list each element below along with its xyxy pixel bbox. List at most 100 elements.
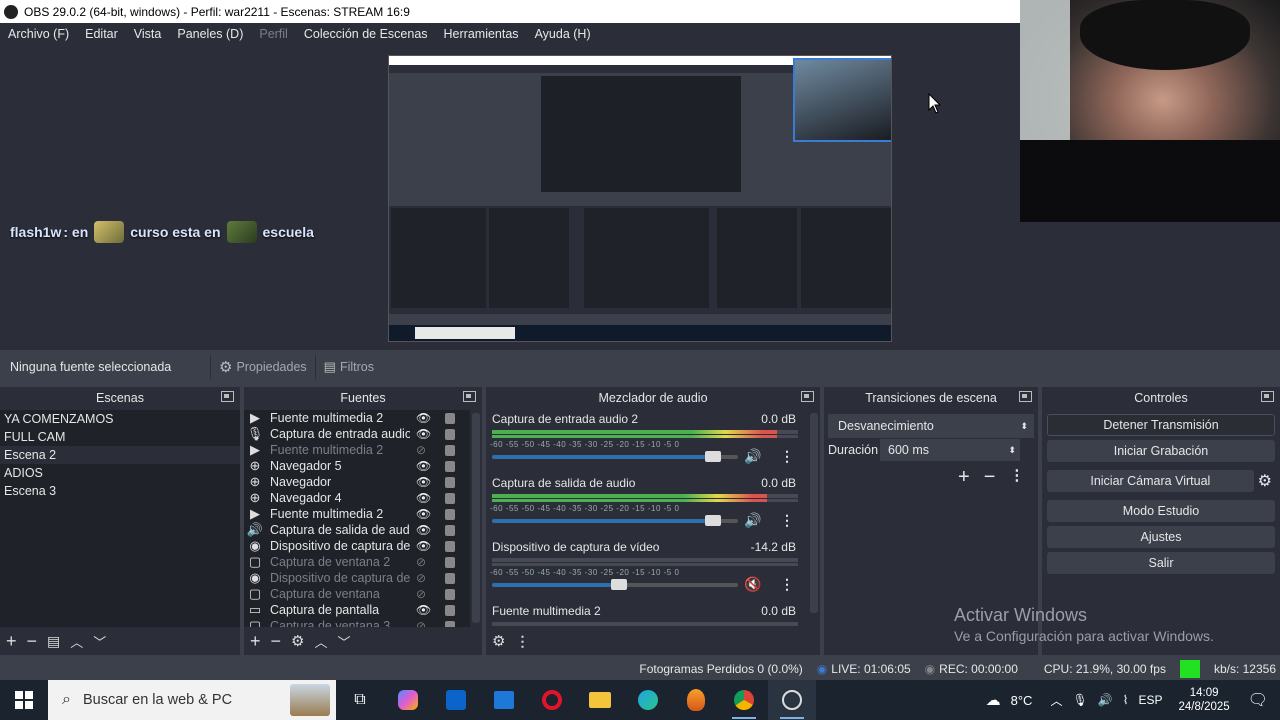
menu-editar[interactable]: Editar <box>77 27 126 41</box>
gear-icon[interactable]: ⚙ <box>1258 471 1272 491</box>
undock-icon[interactable] <box>463 391 476 402</box>
source-item[interactable]: ▶ Fuente multimedia 2 ⊘ <box>244 442 470 458</box>
scene-item[interactable]: Escena 3 <box>0 482 240 500</box>
eye-hidden-icon[interactable]: ⊘ <box>416 571 426 585</box>
more-options-icon[interactable]: ⋮ <box>1009 466 1024 489</box>
volume-slider[interactable] <box>492 451 738 462</box>
eye-icon[interactable]: 👁 <box>416 475 431 489</box>
transition-select[interactable]: Desvanecimiento ⬍ <box>828 414 1034 438</box>
eye-icon[interactable]: 👁 <box>416 603 431 617</box>
move-up-icon[interactable]: ︿ <box>314 632 327 651</box>
source-item[interactable]: ▭ Captura de pantalla 👁 <box>244 602 470 618</box>
source-item[interactable]: ⊕ Navegador 👁 <box>244 474 470 490</box>
source-item[interactable]: ▢ Captura de ventana 2 ⊘ <box>244 554 470 570</box>
undock-icon[interactable] <box>801 391 814 402</box>
scene-item[interactable]: ADIOS <box>0 464 240 482</box>
source-item[interactable]: ▢ Captura de ventana ⊘ <box>244 586 470 602</box>
menu-vista[interactable]: Vista <box>126 27 170 41</box>
exit-button[interactable]: Salir <box>1047 552 1275 574</box>
gear-icon[interactable]: ⚙ <box>492 632 505 650</box>
menu-archivo[interactable]: Archivo (F) <box>0 27 77 41</box>
task-view-icon[interactable]: ⧉ <box>336 680 384 720</box>
source-item[interactable]: ▶ Fuente multimedia 2 👁 <box>244 410 470 426</box>
lock-icon[interactable] <box>445 413 455 424</box>
chevron-up-icon[interactable]: ︿ <box>1050 692 1062 709</box>
copilot-icon[interactable] <box>384 680 432 720</box>
undock-icon[interactable] <box>221 391 234 402</box>
eye-icon[interactable]: 👁 <box>416 539 431 553</box>
chrome-icon[interactable] <box>720 680 768 720</box>
scene-item[interactable]: YA COMENZAMOS <box>0 410 240 428</box>
lock-icon[interactable] <box>445 525 455 536</box>
menu-herramientas[interactable]: Herramientas <box>436 27 527 41</box>
lock-icon[interactable] <box>445 573 455 584</box>
source-item[interactable]: 🎙 Captura de entrada audio 2 👁 <box>244 426 470 442</box>
source-item[interactable]: ⊕ Navegador 4 👁 <box>244 490 470 506</box>
undock-icon[interactable] <box>1261 391 1274 402</box>
eye-icon[interactable]: 👁 <box>416 523 431 537</box>
sources-scrollbar[interactable] <box>472 413 480 623</box>
outlook-icon[interactable] <box>432 680 480 720</box>
file-explorer-icon[interactable] <box>576 680 624 720</box>
eye-icon[interactable]: 👁 <box>416 459 431 473</box>
lock-icon[interactable] <box>445 493 455 504</box>
eye-hidden-icon[interactable]: ⊘ <box>416 619 426 627</box>
remove-scene-icon[interactable]: − <box>27 631 38 652</box>
more-options-icon[interactable]: ⋮ <box>780 512 794 529</box>
source-item[interactable]: ◉ Dispositivo de captura de vídeo ⊘ <box>244 570 470 586</box>
eye-icon[interactable]: 👁 <box>416 507 431 521</box>
more-options-icon[interactable]: ⋮ <box>515 633 529 650</box>
source-item[interactable]: ▢ Captura de ventana 3 ⊘ <box>244 618 470 627</box>
temperature[interactable]: 8°C <box>1011 693 1033 708</box>
eye-icon[interactable]: 👁 <box>416 427 431 441</box>
fl-studio-icon[interactable] <box>672 680 720 720</box>
start-virtual-camera-button[interactable]: Iniciar Cámara Virtual <box>1047 470 1254 492</box>
speaker-icon[interactable]: 🔊 <box>1098 693 1113 707</box>
lock-icon[interactable] <box>445 589 455 600</box>
taskbar-search-box[interactable]: ⌕ Buscar en la web & PC <box>48 680 336 720</box>
eye-hidden-icon[interactable]: ⊘ <box>416 555 426 569</box>
more-options-icon[interactable]: ⋮ <box>780 576 794 593</box>
eye-icon[interactable]: 👁 <box>416 411 431 425</box>
filters-button[interactable]: ▤ Filtros <box>314 354 382 379</box>
source-item[interactable]: ▶ Fuente multimedia 2 👁 <box>244 506 470 522</box>
notification-icon[interactable]: 🗨 <box>1248 690 1268 710</box>
menu-paneles[interactable]: Paneles (D) <box>169 27 251 41</box>
speaker-icon[interactable]: 🔊 <box>744 448 761 465</box>
language-indicator[interactable]: ESP <box>1139 693 1163 707</box>
lock-icon[interactable] <box>445 461 455 472</box>
add-source-icon[interactable]: + <box>250 631 261 652</box>
mixer-scrollbar[interactable] <box>810 413 818 613</box>
properties-button[interactable]: ⚙ Propiedades <box>210 354 315 379</box>
lock-icon[interactable] <box>445 445 455 456</box>
eye-hidden-icon[interactable]: ⊘ <box>416 587 426 601</box>
source-item[interactable]: ⊕ Navegador 5 👁 <box>244 458 470 474</box>
obs-taskbar-icon[interactable] <box>768 680 816 720</box>
lock-icon[interactable] <box>445 477 455 488</box>
opera-icon[interactable] <box>528 680 576 720</box>
studio-mode-button[interactable]: Modo Estudio <box>1047 500 1275 522</box>
scene-item[interactable]: Escena 2 <box>0 446 240 464</box>
store-icon[interactable] <box>480 680 528 720</box>
lock-icon[interactable] <box>445 429 455 440</box>
weather-icon[interactable]: ☁ <box>986 691 1001 709</box>
duration-input[interactable]: 600 ms ⬍ <box>880 439 1020 461</box>
wifi-icon[interactable]: ⌇ <box>1123 693 1129 707</box>
eye-hidden-icon[interactable]: ⊘ <box>416 443 426 457</box>
lock-icon[interactable] <box>445 557 455 568</box>
source-item[interactable]: ◉ Dispositivo de captura de vídeo 👁 <box>244 538 470 554</box>
stop-streaming-button[interactable]: Detener Transmisión <box>1047 414 1275 436</box>
menu-coleccion-escenas[interactable]: Colección de Escenas <box>296 27 436 41</box>
filter-icon[interactable]: ▤ <box>47 633 60 650</box>
start-button[interactable] <box>0 680 48 720</box>
gear-icon[interactable]: ⚙ <box>291 632 304 650</box>
lock-icon[interactable] <box>445 605 455 616</box>
spin-arrows-icon[interactable]: ⬍ <box>1008 439 1016 461</box>
menu-ayuda[interactable]: Ayuda (H) <box>527 27 599 41</box>
microphone-icon[interactable]: 🎙 <box>1072 693 1087 707</box>
add-scene-icon[interactable]: + <box>6 631 17 652</box>
speaker-muted-icon[interactable]: 🔇 <box>744 576 761 593</box>
settings-button[interactable]: Ajustes <box>1047 526 1275 548</box>
eye-icon[interactable]: 👁 <box>416 491 431 505</box>
add-transition-icon[interactable]: + <box>958 466 970 489</box>
